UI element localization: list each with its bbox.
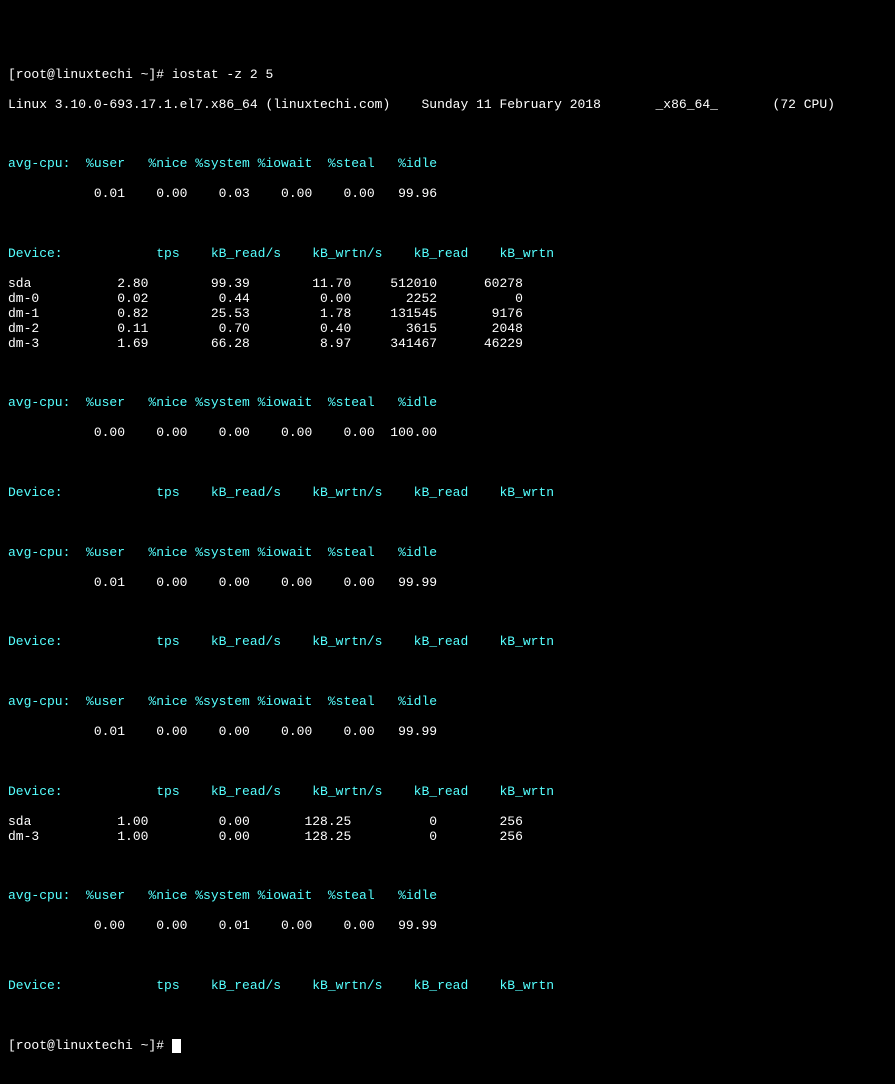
device-header: Device: tps kB_read/s kB_wrtn/s kB_read …: [8, 979, 887, 994]
cpu-values-2: 0.00 0.00 0.00 0.00 0.00 100.00: [8, 426, 887, 441]
cpu-header: avg-cpu: %user %nice %system %iowait %st…: [8, 396, 887, 411]
device-header: Device: tps kB_read/s kB_wrtn/s kB_read …: [8, 635, 887, 650]
prompt-line: [root@linuxtechi ~]# iostat -z 2 5: [8, 68, 887, 83]
final-prompt-line[interactable]: [root@linuxtechi ~]#: [8, 1039, 887, 1054]
blank-line: [8, 859, 887, 874]
cpu-header: avg-cpu: %user %nice %system %iowait %st…: [8, 546, 887, 561]
device-row: dm-3 1.69 66.28 8.97 341467 46229: [8, 337, 887, 352]
blank-line: [8, 755, 887, 770]
device-row: dm-3 1.00 0.00 128.25 0 256: [8, 830, 887, 845]
blank-line: [8, 1009, 887, 1024]
cpu-values-4: 0.01 0.00 0.00 0.00 0.00 99.99: [8, 725, 887, 740]
device-header: Device: tps kB_read/s kB_wrtn/s kB_read …: [8, 247, 887, 262]
shell-prompt: [root@linuxtechi ~]#: [8, 67, 172, 82]
blank-line: [8, 456, 887, 471]
device-row: dm-2 0.11 0.70 0.40 3615 2048: [8, 322, 887, 337]
blank-line: [8, 516, 887, 531]
device-table-4: sda 1.00 0.00 128.25 0 256dm-3 1.00 0.00…: [8, 815, 887, 845]
blank-line: [8, 217, 887, 232]
device-row: sda 1.00 0.00 128.25 0 256: [8, 815, 887, 830]
device-table-1: sda 2.80 99.39 11.70 512010 60278dm-0 0.…: [8, 277, 887, 352]
device-header: Device: tps kB_read/s kB_wrtn/s kB_read …: [8, 486, 887, 501]
cpu-values-5: 0.00 0.00 0.01 0.00 0.00 99.99: [8, 919, 887, 934]
system-info-line: Linux 3.10.0-693.17.1.el7.x86_64 (linuxt…: [8, 98, 887, 113]
command-text: iostat -z 2 5: [172, 67, 273, 82]
cpu-header: avg-cpu: %user %nice %system %iowait %st…: [8, 695, 887, 710]
device-row: dm-0 0.02 0.44 0.00 2252 0: [8, 292, 887, 307]
cpu-header: avg-cpu: %user %nice %system %iowait %st…: [8, 889, 887, 904]
blank-line: [8, 606, 887, 621]
cpu-values-1: 0.01 0.00 0.03 0.00 0.00 99.96: [8, 187, 887, 202]
device-row: sda 2.80 99.39 11.70 512010 60278: [8, 277, 887, 292]
blank-line: [8, 128, 887, 143]
cpu-values-3: 0.01 0.00 0.00 0.00 0.00 99.99: [8, 576, 887, 591]
cursor-icon: [172, 1039, 181, 1053]
blank-line: [8, 949, 887, 964]
blank-line: [8, 665, 887, 680]
shell-prompt: [root@linuxtechi ~]#: [8, 1038, 172, 1053]
blank-line: [8, 367, 887, 382]
device-row: dm-1 0.82 25.53 1.78 131545 9176: [8, 307, 887, 322]
cpu-header: avg-cpu: %user %nice %system %iowait %st…: [8, 157, 887, 172]
device-header: Device: tps kB_read/s kB_wrtn/s kB_read …: [8, 785, 887, 800]
